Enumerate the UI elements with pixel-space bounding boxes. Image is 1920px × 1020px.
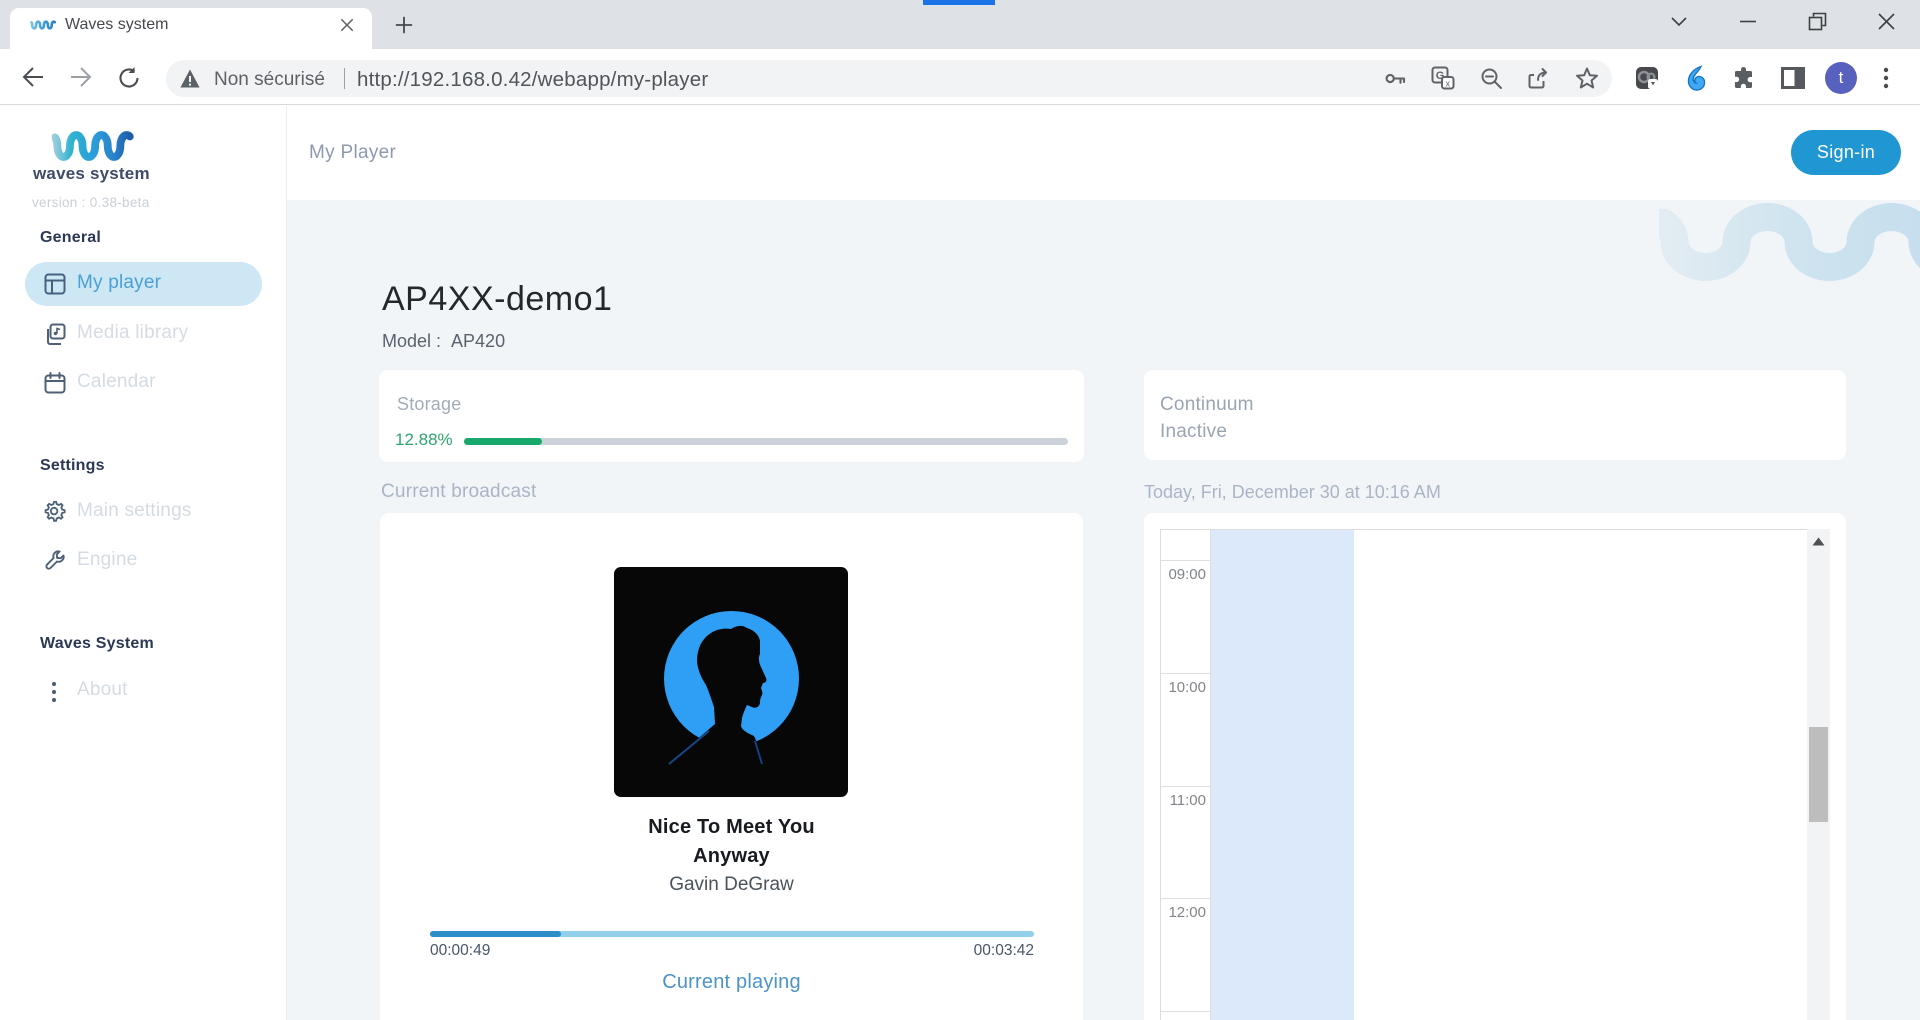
svg-text:x: x [1446, 79, 1451, 89]
